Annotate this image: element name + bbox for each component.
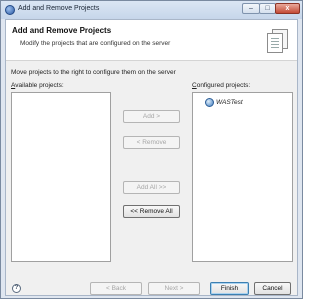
title-bar[interactable]: Add and Remove Projects – □ x [1,1,302,19]
page-title: Add and Remove Projects [12,26,112,35]
help-icon[interactable]: ? [12,284,21,293]
list-item-label: WASTest [216,98,243,106]
maximize-button[interactable]: □ [259,3,276,14]
next-button[interactable]: Next > [148,282,200,295]
remove-button[interactable]: < Remove [123,136,180,149]
available-projects-list[interactable] [11,92,111,262]
dialog-window: Add and Remove Projects – □ x Add and Re… [0,0,303,299]
wizard-banner-icon [267,27,288,53]
remove-all-button[interactable]: << Remove All [123,205,180,218]
add-all-button[interactable]: Add All >> [123,181,180,194]
app-icon [5,5,15,15]
available-projects-label: Available projects: [11,82,64,89]
add-button[interactable]: Add > [123,110,180,123]
cancel-button[interactable]: Cancel [254,282,291,295]
list-item[interactable]: WASTest [205,97,243,107]
configured-projects-list[interactable]: WASTest [192,92,293,262]
back-button[interactable]: < Back [90,282,142,295]
wizard-header: Add and Remove Projects Modify the proje… [6,20,297,61]
minimize-button[interactable]: – [242,3,260,14]
page-subtitle: Modify the projects that are configured … [20,40,171,47]
window-title: Add and Remove Projects [18,5,100,12]
close-button[interactable]: x [275,3,300,14]
server-project-icon [205,98,214,107]
configured-projects-label: Configured projects: [192,82,250,89]
finish-button[interactable]: Finish [210,282,249,295]
dialog-client-area: Add and Remove Projects Modify the proje… [5,19,298,296]
available-label-rest: vailable projects: [15,82,64,89]
instruction-text: Move projects to the right to configure … [11,69,176,76]
configured-label-rest: onfigured projects: [196,82,251,89]
